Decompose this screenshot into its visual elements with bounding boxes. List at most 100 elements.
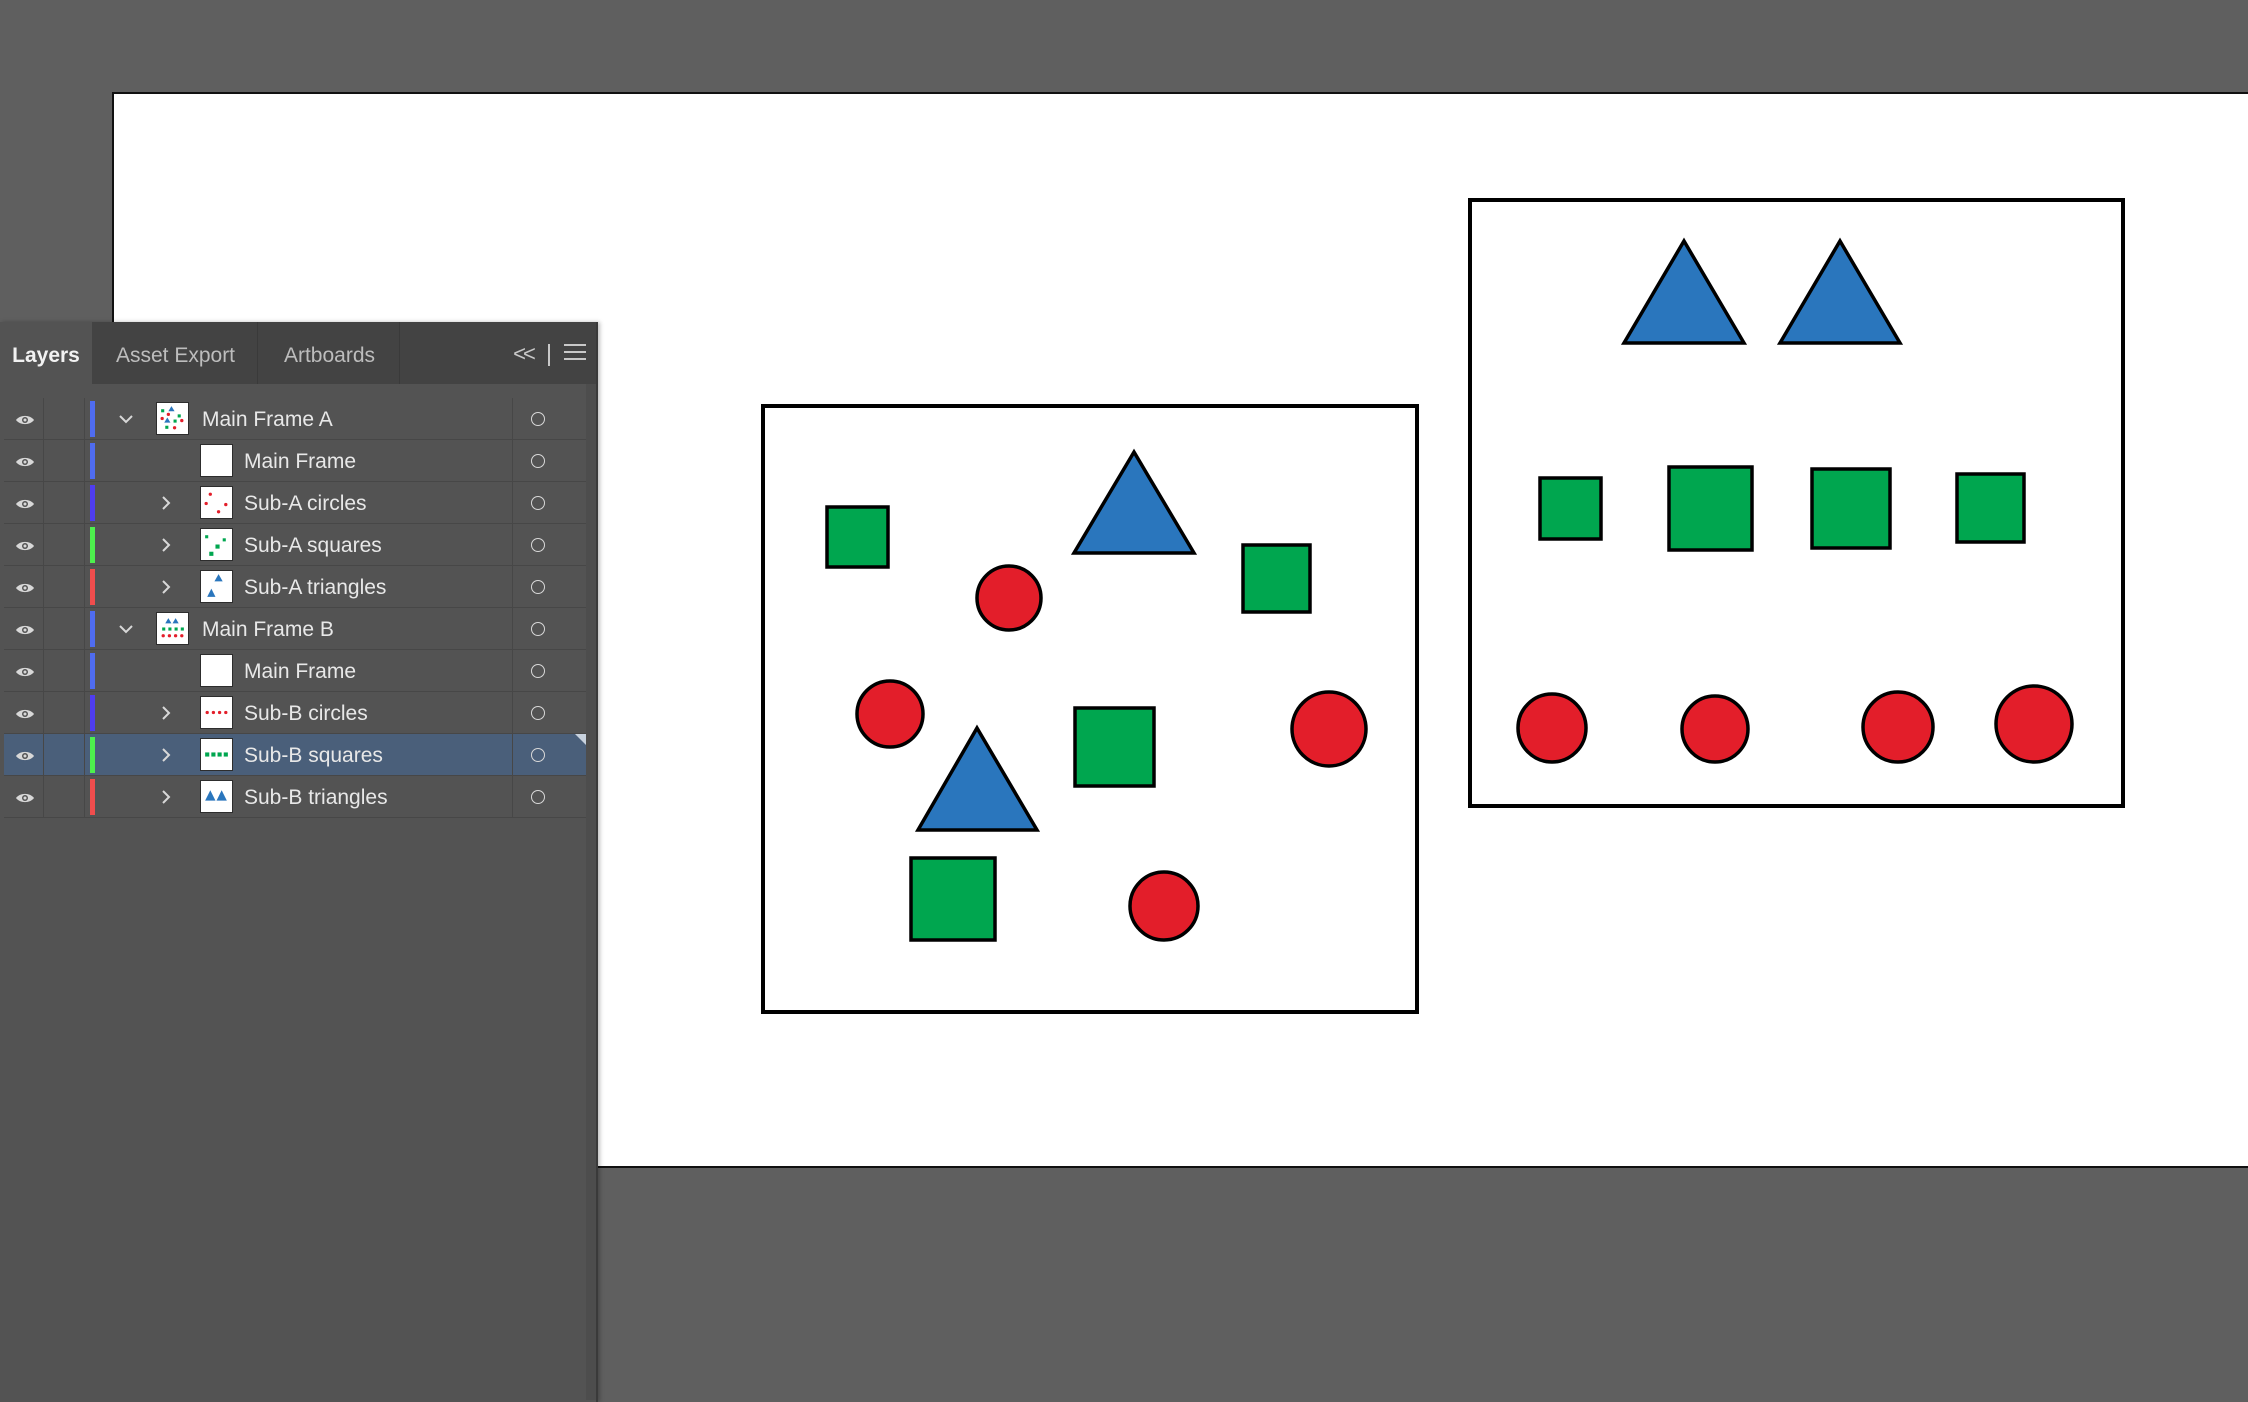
layer-name[interactable]: Main Frame xyxy=(244,650,356,692)
layer-name[interactable]: Sub-A circles xyxy=(244,482,367,524)
layer-name[interactable]: Main Frame xyxy=(244,440,356,482)
layer-name[interactable]: Sub-A triangles xyxy=(244,566,386,608)
layer-row[interactable]: Sub-B squares xyxy=(4,734,587,776)
lock-toggle[interactable] xyxy=(45,734,85,776)
triangle[interactable] xyxy=(1776,237,1904,345)
square[interactable] xyxy=(1073,706,1156,788)
target-circle-icon[interactable] xyxy=(531,412,545,426)
target-toggle[interactable] xyxy=(512,482,586,524)
triangle[interactable] xyxy=(1620,237,1748,345)
chevron-down-icon[interactable] xyxy=(116,409,136,429)
layer-row[interactable]: Main Frame xyxy=(4,440,586,482)
square[interactable] xyxy=(1810,467,1892,550)
layer-name[interactable]: Sub-B circles xyxy=(244,692,368,734)
layer-row[interactable]: Sub-A squares xyxy=(4,524,586,566)
eye-icon[interactable] xyxy=(15,581,35,593)
lock-toggle[interactable] xyxy=(45,776,85,818)
chevron-right-icon[interactable] xyxy=(156,745,176,765)
layer-name[interactable]: Sub-A squares xyxy=(244,524,382,566)
eye-icon[interactable] xyxy=(15,455,35,467)
chevron-right-icon[interactable] xyxy=(156,787,176,807)
layer-name[interactable]: Main Frame B xyxy=(202,608,334,650)
layer-row[interactable]: Sub-B circles xyxy=(4,692,586,734)
layer-row[interactable]: Main Frame B xyxy=(4,608,586,650)
chevron-right-icon[interactable] xyxy=(156,703,176,723)
target-circle-icon[interactable] xyxy=(531,454,545,468)
visibility-toggle[interactable] xyxy=(4,608,44,650)
visibility-toggle[interactable] xyxy=(4,692,44,734)
target-toggle[interactable] xyxy=(512,398,586,440)
target-toggle[interactable] xyxy=(512,566,586,608)
collapse-panel-button[interactable]: << xyxy=(508,340,538,368)
target-toggle[interactable] xyxy=(512,524,586,566)
target-circle-icon[interactable] xyxy=(531,790,545,804)
chevron-right-icon[interactable] xyxy=(156,493,176,513)
eye-icon[interactable] xyxy=(15,791,35,803)
triangle[interactable] xyxy=(914,724,1041,832)
chevron-right-icon[interactable] xyxy=(156,535,176,555)
lock-toggle[interactable] xyxy=(45,524,85,566)
circle[interactable] xyxy=(1290,690,1368,768)
main-frame-a[interactable] xyxy=(761,404,1419,1014)
layer-row[interactable]: Main Frame xyxy=(4,650,586,692)
target-circle-icon[interactable] xyxy=(531,496,545,510)
lock-toggle[interactable] xyxy=(45,692,85,734)
layer-row[interactable]: Main Frame A xyxy=(4,398,586,440)
layer-name[interactable]: Sub-B squares xyxy=(244,734,383,776)
visibility-toggle[interactable] xyxy=(4,734,44,776)
square[interactable] xyxy=(909,856,997,942)
eye-icon[interactable] xyxy=(15,497,35,509)
target-toggle[interactable] xyxy=(512,440,586,482)
visibility-toggle[interactable] xyxy=(4,566,44,608)
sub-b-squares[interactable] xyxy=(1538,465,2026,552)
sub-b-triangles[interactable] xyxy=(1620,237,1904,345)
eye-icon[interactable] xyxy=(15,413,35,425)
tab-artboards[interactable]: Artboards xyxy=(260,322,400,384)
target-toggle[interactable] xyxy=(512,650,586,692)
target-toggle[interactable] xyxy=(512,734,587,776)
eye-icon[interactable] xyxy=(15,623,35,635)
lock-toggle[interactable] xyxy=(45,608,85,650)
circle[interactable] xyxy=(1128,870,1200,942)
visibility-toggle[interactable] xyxy=(4,482,44,524)
target-circle-icon[interactable] xyxy=(531,664,545,678)
circle[interactable] xyxy=(1861,690,1935,764)
eye-icon[interactable] xyxy=(15,749,35,761)
main-frame-b[interactable] xyxy=(1468,198,2125,808)
layer-row[interactable]: Sub-A triangles xyxy=(4,566,586,608)
visibility-toggle[interactable] xyxy=(4,524,44,566)
circle[interactable] xyxy=(1994,684,2074,764)
square[interactable] xyxy=(825,505,890,569)
tab-layers[interactable]: Layers xyxy=(0,322,92,384)
eye-icon[interactable] xyxy=(15,539,35,551)
target-toggle[interactable] xyxy=(512,692,586,734)
circle[interactable] xyxy=(1680,694,1750,764)
lock-toggle[interactable] xyxy=(45,650,85,692)
scrollbar[interactable] xyxy=(586,384,596,1400)
circle[interactable] xyxy=(1516,692,1588,764)
eye-icon[interactable] xyxy=(15,665,35,677)
lock-toggle[interactable] xyxy=(45,440,85,482)
target-circle-icon[interactable] xyxy=(531,748,545,762)
target-toggle[interactable] xyxy=(512,776,586,818)
target-toggle[interactable] xyxy=(512,608,586,650)
chevron-right-icon[interactable] xyxy=(156,577,176,597)
triangle[interactable] xyxy=(1070,448,1198,555)
layer-name[interactable]: Sub-B triangles xyxy=(244,776,388,818)
target-circle-icon[interactable] xyxy=(531,580,545,594)
visibility-toggle[interactable] xyxy=(4,440,44,482)
square[interactable] xyxy=(1538,476,1603,541)
circle[interactable] xyxy=(975,564,1043,632)
visibility-toggle[interactable] xyxy=(4,398,44,440)
layer-name[interactable]: Main Frame A xyxy=(202,398,333,440)
layer-row[interactable]: Sub-B triangles xyxy=(4,776,586,818)
visibility-toggle[interactable] xyxy=(4,650,44,692)
hamburger-menu-icon[interactable] xyxy=(564,344,586,364)
square[interactable] xyxy=(1667,465,1754,552)
target-circle-icon[interactable] xyxy=(531,622,545,636)
visibility-toggle[interactable] xyxy=(4,776,44,818)
eye-icon[interactable] xyxy=(15,707,35,719)
lock-toggle[interactable] xyxy=(45,482,85,524)
circle[interactable] xyxy=(855,679,925,749)
tab-asset-export[interactable]: Asset Export xyxy=(94,322,258,384)
